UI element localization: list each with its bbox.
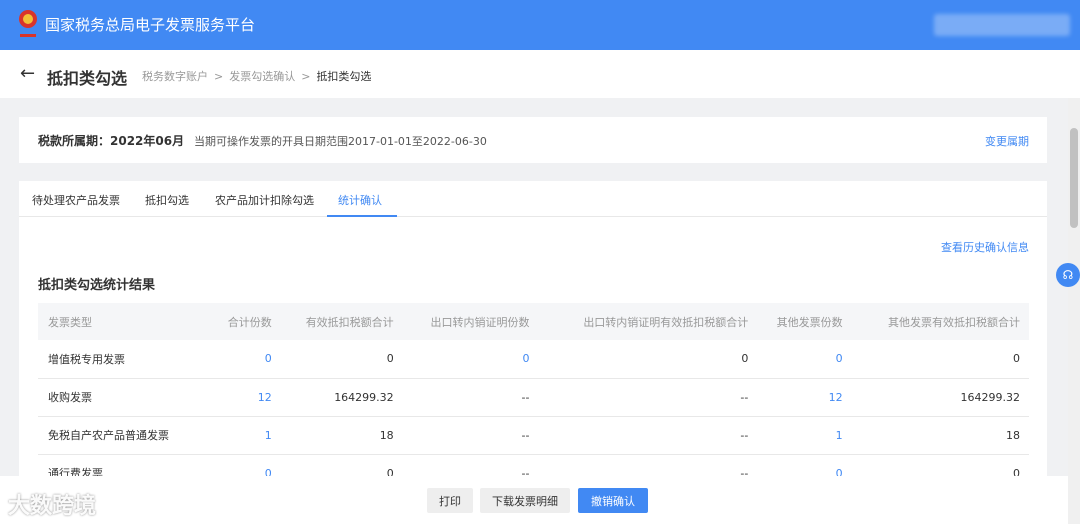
value-cell: -- [402, 378, 539, 417]
footer-actions: 打印 下载发票明细 撤销确认 [0, 476, 1068, 524]
table-row: 收购发票 12 164299.32 -- -- 12 164299.32 [38, 378, 1029, 417]
stats-table: 发票类型 合计份数 有效抵扣税额合计 出口转内销证明份数 出口转内销证明有效抵扣… [38, 303, 1029, 493]
tab-stats-confirm[interactable]: 统计确认 [338, 192, 382, 208]
download-details-button[interactable]: 下载发票明细 [480, 488, 570, 513]
period-card: 税款所属期：2022年06月 当期可操作发票的开具日期范围2017-01-01至… [19, 117, 1047, 163]
history-link[interactable]: 查看历史确认信息 [941, 239, 1029, 255]
tax-emblem-logo [19, 10, 37, 37]
invoice-type-cell: 增值税专用发票 [38, 340, 215, 379]
revoke-confirm-button[interactable]: 撤销确认 [578, 488, 648, 513]
column-header: 其他发票份数 [757, 303, 852, 340]
value-cell[interactable]: 1 [214, 416, 281, 455]
column-header: 有效抵扣税额合计 [280, 303, 403, 340]
value-cell[interactable]: 0 [402, 340, 539, 379]
column-header: 其他发票有效抵扣税额合计 [851, 303, 1029, 340]
value-cell[interactable]: 12 [757, 378, 852, 417]
value-cell: 18 [851, 416, 1029, 455]
watermark: 大数跨境 [8, 494, 97, 519]
table-row: 增值税专用发票 0 0 0 0 0 0 [38, 340, 1029, 379]
value-cell: -- [538, 416, 758, 455]
tax-period: 税款所属期：2022年06月 [38, 134, 185, 148]
column-header: 出口转内销证明有效抵扣税额合计 [538, 303, 758, 340]
tab-bar: 待处理农产品发票 抵扣勾选 农产品加计扣除勾选 统计确认 [19, 181, 1047, 217]
column-header: 出口转内销证明份数 [402, 303, 539, 340]
value-cell[interactable]: 12 [214, 378, 281, 417]
scrollbar[interactable] [1068, 98, 1080, 524]
breadcrumb-item[interactable]: 税务数字账户 [142, 70, 208, 83]
value-cell: -- [538, 378, 758, 417]
change-period-link[interactable]: 变更属期 [985, 133, 1029, 149]
page-header: ← 抵扣类勾选 税务数字账户 > 发票勾选确认 > 抵扣类勾选 [0, 50, 1080, 98]
tab-agri-extra-deduction[interactable]: 农产品加计扣除勾选 [215, 192, 314, 208]
breadcrumb-item[interactable]: 发票勾选确认 [229, 70, 295, 83]
platform-title: 国家税务总局电子发票服务平台 [45, 16, 256, 34]
column-header: 合计份数 [214, 303, 281, 340]
tab-pending-agri[interactable]: 待处理农产品发票 [32, 192, 120, 208]
invoice-type-cell: 收购发票 [38, 378, 215, 417]
top-header: 国家税务总局电子发票服务平台 [0, 0, 1080, 50]
scrollbar-thumb[interactable] [1070, 128, 1078, 228]
value-cell: 164299.32 [851, 378, 1029, 417]
invoice-type-cell: 免税自产农产品普通发票 [38, 416, 215, 455]
value-cell: 0 [280, 340, 403, 379]
value-cell[interactable]: 0 [214, 340, 281, 379]
value-cell: 164299.32 [280, 378, 403, 417]
date-range: 当期可操作发票的开具日期范围2017-01-01至2022-06-30 [194, 135, 487, 148]
tab-deduction-select[interactable]: 抵扣勾选 [145, 192, 189, 208]
headset-help-icon[interactable]: ☊ [1056, 263, 1080, 287]
value-cell: 18 [280, 416, 403, 455]
active-tab-indicator [327, 215, 397, 217]
back-arrow-icon[interactable]: ← [20, 63, 35, 84]
breadcrumb: 税务数字账户 > 发票勾选确认 > 抵扣类勾选 [142, 68, 371, 84]
value-cell: -- [402, 416, 539, 455]
breadcrumb-current: 抵扣类勾选 [316, 70, 372, 83]
breadcrumb-separator: > [301, 70, 311, 83]
table-row: 免税自产农产品普通发票 1 18 -- -- 1 18 [38, 416, 1029, 455]
user-info[interactable] [934, 14, 1070, 36]
value-cell: 0 [851, 340, 1029, 379]
breadcrumb-separator: > [214, 70, 224, 83]
section-title: 抵扣类勾选统计结果 [38, 278, 156, 293]
print-button[interactable]: 打印 [427, 488, 473, 513]
stats-card: 待处理农产品发票 抵扣勾选 农产品加计扣除勾选 统计确认 查看历史确认信息 抵扣… [19, 181, 1047, 524]
page-title: 抵扣类勾选 [47, 69, 128, 88]
value-cell[interactable]: 0 [757, 340, 852, 379]
column-header: 发票类型 [38, 303, 215, 340]
value-cell: 0 [538, 340, 758, 379]
value-cell[interactable]: 1 [757, 416, 852, 455]
